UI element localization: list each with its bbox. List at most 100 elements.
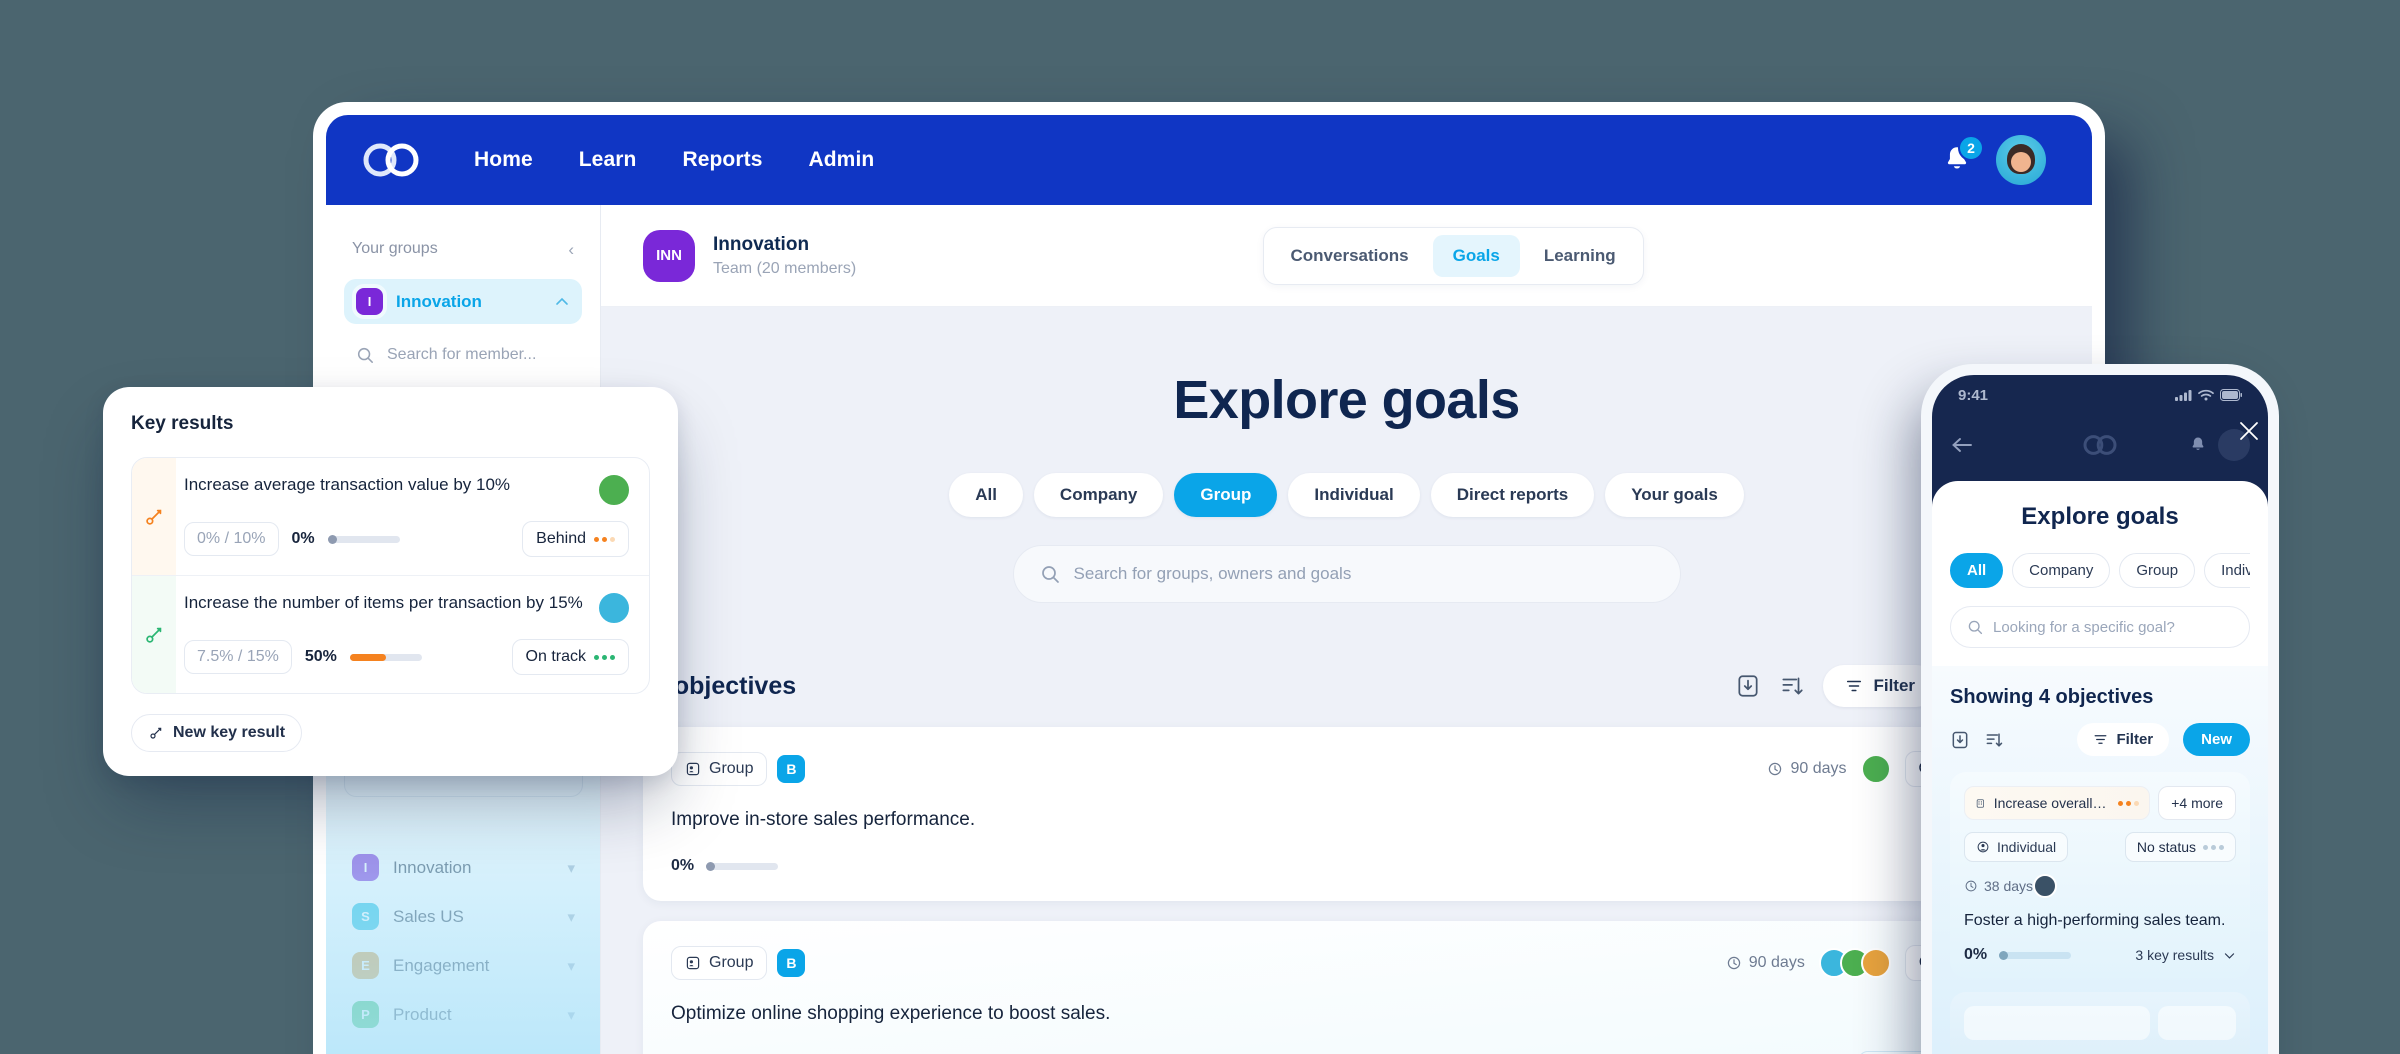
filter-icon (1847, 680, 1862, 692)
objective-days: 38 days (1964, 878, 2033, 894)
key-result-item[interactable]: Increase the number of items per transac… (132, 575, 649, 693)
objective-type-tag[interactable]: Group (671, 946, 768, 980)
owner-avatars[interactable] (1860, 754, 1891, 784)
objective-progress: 0% 3 key results (1964, 946, 2236, 964)
objective-card[interactable]: Increase overall sales re... +4 more (1950, 772, 2250, 978)
sidebar-item-innovation[interactable]: I Innovation (344, 279, 582, 324)
filter-button[interactable]: Filter (2077, 723, 2170, 756)
key-result-title: Increase the number of items per transac… (184, 593, 583, 612)
objective-card[interactable]: Group B 90 days (643, 727, 2050, 901)
key-results-title: Key results (131, 413, 234, 434)
status-badge[interactable]: On track (511, 639, 629, 675)
key-result-metric[interactable]: 7.5% / 15% (184, 640, 292, 674)
nav-link-reports[interactable]: Reports (682, 148, 762, 172)
pill-company[interactable]: Company (1033, 473, 1164, 517)
metric-current: 7.5% (197, 648, 234, 665)
pill-individual[interactable]: Individual (1288, 473, 1420, 517)
sort-descending-icon[interactable] (1779, 673, 1805, 699)
status-dots-icon (594, 536, 615, 542)
phone-screen: 9:41 Explore goals All Company Group Ind… (1932, 375, 2268, 1054)
chevron-up-icon[interactable] (554, 294, 570, 310)
pill-all[interactable]: All (949, 473, 1023, 517)
phone-search-placeholder: Looking for a specific goal? (1993, 618, 2175, 636)
objective-type-tag[interactable]: Group (671, 752, 768, 786)
notifications-button[interactable]: 2 (1940, 135, 1984, 177)
chevron-down-icon[interactable]: ▾ (567, 957, 575, 975)
pill-direct-reports[interactable]: Direct reports (1430, 473, 1595, 517)
key-results-toggle[interactable]: 3 key results (2135, 947, 2236, 963)
status-label: Behind (536, 530, 586, 547)
objective-header: Group B 90 days (671, 751, 2022, 787)
pill-group[interactable]: Group (2119, 553, 2196, 588)
owner-avatars[interactable] (1818, 948, 1891, 978)
your-groups-header: Your groups ‹ (344, 227, 582, 267)
objective-type-tag[interactable]: Individual (1964, 832, 2069, 862)
sort-descending-icon[interactable] (1984, 730, 2004, 750)
key-result-item[interactable]: Increase average transaction value by 10… (132, 458, 649, 575)
chevron-left-icon[interactable]: ‹ (568, 241, 574, 258)
status-badge[interactable]: No status (2124, 832, 2236, 862)
group-avatar-product: P (352, 1001, 379, 1028)
tab-goals[interactable]: Goals (1432, 234, 1520, 277)
status-icons (2175, 389, 2242, 401)
filter-button[interactable]: Filter (1823, 665, 1938, 707)
member-search-input[interactable]: Search for member... (344, 338, 582, 372)
chevron-down-icon[interactable]: ▾ (567, 1006, 575, 1024)
status-dots-icon (594, 654, 615, 660)
key-results-label: 3 key results (2135, 947, 2214, 963)
more-parents-button[interactable]: +4 more (2158, 786, 2236, 820)
page-title: Explore goals (2021, 503, 2179, 530)
pill-individual[interactable]: Individual (2204, 553, 2250, 588)
key-result-metric[interactable]: 0% / 10% (184, 522, 279, 556)
avatar[interactable] (2033, 874, 2058, 898)
user-avatar[interactable] (1996, 135, 2046, 185)
nav-link-home[interactable]: Home (474, 148, 533, 172)
key-results-card: Key results Increase average transaction… (103, 387, 678, 776)
infinity-logo[interactable] (360, 140, 422, 180)
search-icon (357, 347, 373, 363)
download-icon[interactable] (1735, 673, 1761, 699)
phone-sheet-header: Explore goals All Company Group Individu… (1932, 481, 2268, 648)
pill-company[interactable]: Company (2012, 553, 2111, 588)
arrow-left-icon[interactable] (1950, 435, 1974, 455)
new-goal-button[interactable]: New (2183, 723, 2250, 756)
goal-search-input[interactable]: Search for groups, owners and goals (1012, 545, 1681, 603)
goal-scope-filter-pills: All Company Group Individual Direct repo… (643, 473, 2050, 517)
progress-bar (349, 653, 422, 661)
bell-icon[interactable] (2188, 435, 2208, 455)
group-label: Innovation (393, 857, 472, 877)
objective-card-partial[interactable] (1950, 992, 2250, 1054)
chevron-down-icon[interactable]: ▾ (567, 908, 575, 926)
nav-link-learn[interactable]: Learn (579, 148, 637, 172)
key-result-icon (146, 627, 162, 643)
objective-type-row: Individual No status (1964, 832, 2236, 862)
download-icon[interactable] (1950, 730, 1970, 750)
avatar[interactable] (599, 475, 629, 505)
pill-your-goals[interactable]: Your goals (1605, 473, 1744, 517)
objective-title: Foster a high-performing sales team. (1964, 912, 2226, 929)
avatar[interactable] (599, 593, 629, 623)
close-icon[interactable] (2236, 418, 2262, 444)
tab-conversations[interactable]: Conversations (1271, 235, 1429, 277)
status-badge[interactable]: Behind (522, 521, 629, 557)
group-label: Sales US (393, 906, 464, 926)
pill-all[interactable]: All (1950, 553, 2004, 588)
parent-goal-chip[interactable]: Increase overall sales re... (1964, 786, 2151, 820)
sidebar-group-innovation[interactable]: I Innovation ▾ (344, 843, 583, 892)
nav-link-admin[interactable]: Admin (808, 148, 874, 172)
tab-learning[interactable]: Learning (1524, 235, 1636, 277)
new-key-result-button[interactable]: New key result (131, 714, 303, 752)
sidebar-group-engagement[interactable]: E Engagement ▾ (344, 941, 583, 990)
objective-title: Optimize online shopping experience to b… (671, 1003, 1111, 1024)
sidebar-group-sales-us[interactable]: S Sales US ▾ (344, 892, 583, 941)
sidebar-group-product[interactable]: P Product ▾ (344, 990, 583, 1039)
key-result-icon (146, 509, 162, 525)
objective-card[interactable]: Group B 90 days (643, 921, 2050, 1054)
phone-search-input[interactable]: Looking for a specific goal? (1950, 606, 2250, 648)
objective-badge: B (777, 755, 806, 783)
pill-group[interactable]: Group (1174, 473, 1278, 517)
objective-type-label: Individual (1997, 839, 2057, 855)
chevron-down-icon[interactable]: ▾ (567, 859, 575, 877)
new-key-result-label: New key result (173, 724, 286, 741)
status-dots-icon (2203, 844, 2224, 850)
